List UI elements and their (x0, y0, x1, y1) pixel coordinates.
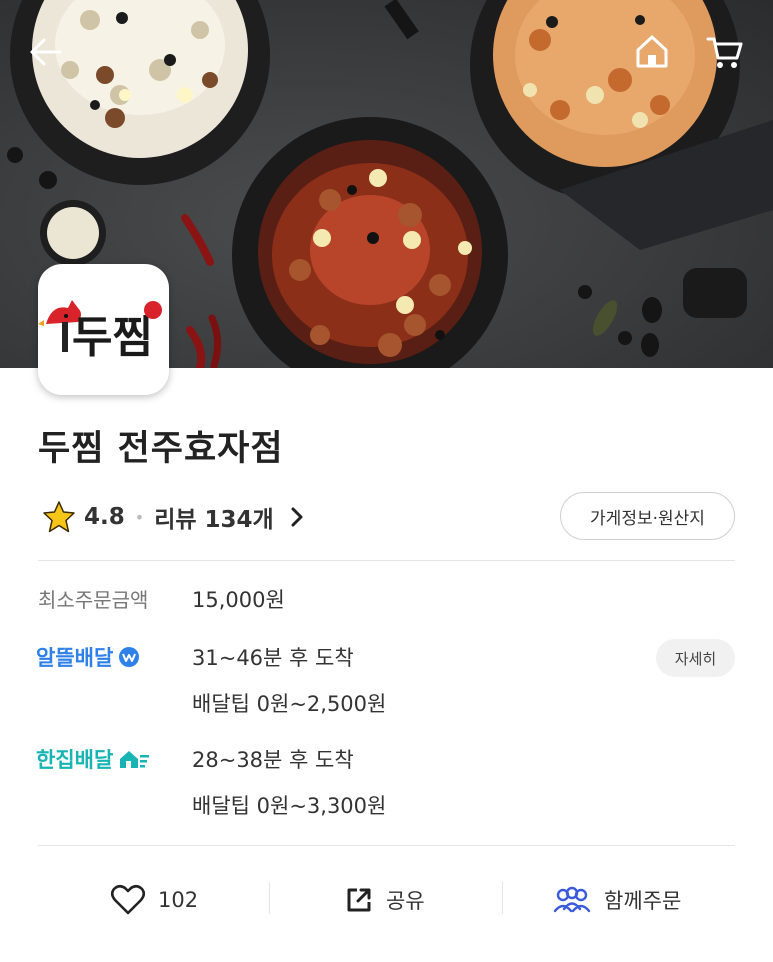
separator-dot: • (134, 507, 145, 527)
logo-image: 두찜 (38, 300, 162, 363)
back-arrow-icon (30, 38, 62, 66)
divider (38, 560, 735, 561)
heart-icon (110, 884, 146, 915)
group-icon (553, 886, 591, 913)
group-order-label: 함께주문 (604, 889, 682, 913)
detail-button[interactable]: 자세히 (656, 639, 735, 677)
share-label: 공유 (386, 889, 425, 913)
min-order-value: 15,000원 (192, 588, 285, 612)
action-separator (502, 882, 503, 914)
rating-row[interactable]: 4.8 • 리뷰 134개 (42, 498, 306, 536)
cart-button[interactable] (703, 30, 747, 74)
delivery-type-label: 한집배달 (36, 748, 114, 772)
delivery-tip: 배달팁 0원~3,300원 (192, 794, 387, 818)
coin-icon (119, 647, 140, 667)
home-icon (636, 35, 668, 68)
cart-icon (706, 37, 743, 68)
group-order-button[interactable]: 함께주문 (552, 878, 681, 922)
action-separator (269, 882, 270, 914)
share-button[interactable]: 공유 (344, 878, 425, 922)
delivery-type-saver: 알뜰배달 (36, 642, 141, 672)
min-order-label: 최소주문금액 (38, 588, 149, 612)
chevron-right-icon (291, 507, 303, 527)
delivery-time: 31~46분 후 도착 (192, 646, 354, 670)
store-info-button[interactable]: 가게정보·원산지 (560, 492, 735, 540)
review-count-link[interactable]: 리뷰 134개 (154, 500, 274, 534)
like-count: 102 (158, 888, 199, 912)
divider (38, 845, 735, 846)
logo-wordmark: 두찜 (72, 312, 153, 363)
delivery-time: 28~38분 후 도착 (192, 748, 354, 772)
delivery-type-label: 알뜰배달 (36, 646, 114, 670)
delivery-tip: 배달팁 0원~2,500원 (192, 692, 387, 716)
back-button[interactable] (24, 30, 68, 74)
delivery-type-single: 한집배달 (36, 744, 151, 774)
home-button[interactable] (630, 30, 674, 74)
like-button[interactable]: 102 (110, 878, 198, 922)
store-name: 두찜 전주효자점 (38, 429, 284, 469)
store-logo: 두찜 (38, 264, 169, 395)
house-speed-icon (120, 751, 150, 768)
share-icon (347, 888, 371, 912)
star-icon (43, 501, 75, 533)
rating-value: 4.8 (84, 504, 125, 530)
